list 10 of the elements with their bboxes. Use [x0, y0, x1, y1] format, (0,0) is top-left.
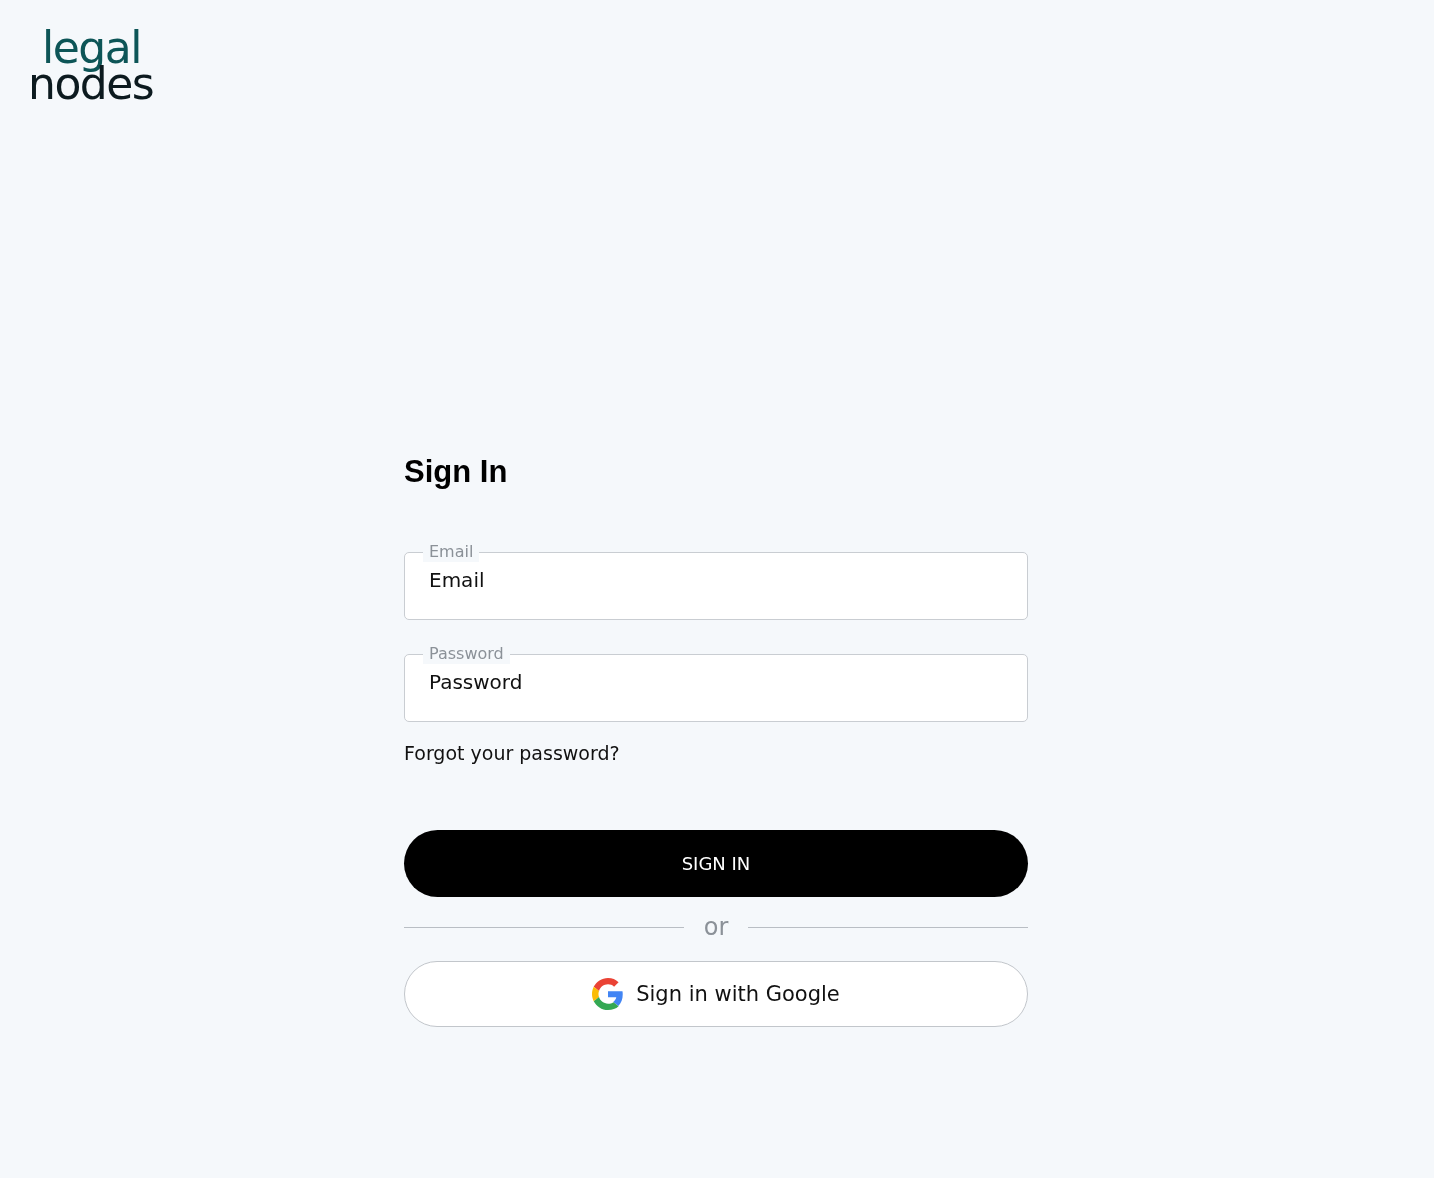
- forgot-password-link[interactable]: Forgot your password?: [404, 742, 620, 764]
- button-label: Sign in with Google: [636, 982, 840, 1006]
- field-label: Password: [423, 644, 510, 664]
- sign-in-button[interactable]: SIGN IN: [404, 830, 1028, 897]
- divider-text: or: [703, 913, 729, 941]
- field-label: Email: [423, 542, 480, 562]
- google-icon: [592, 978, 625, 1010]
- logo: legal nodes: [28, 30, 154, 102]
- page-title: Sign In: [404, 454, 509, 490]
- google-sign-in-button[interactable]: Sign in with Google: [404, 961, 1028, 1027]
